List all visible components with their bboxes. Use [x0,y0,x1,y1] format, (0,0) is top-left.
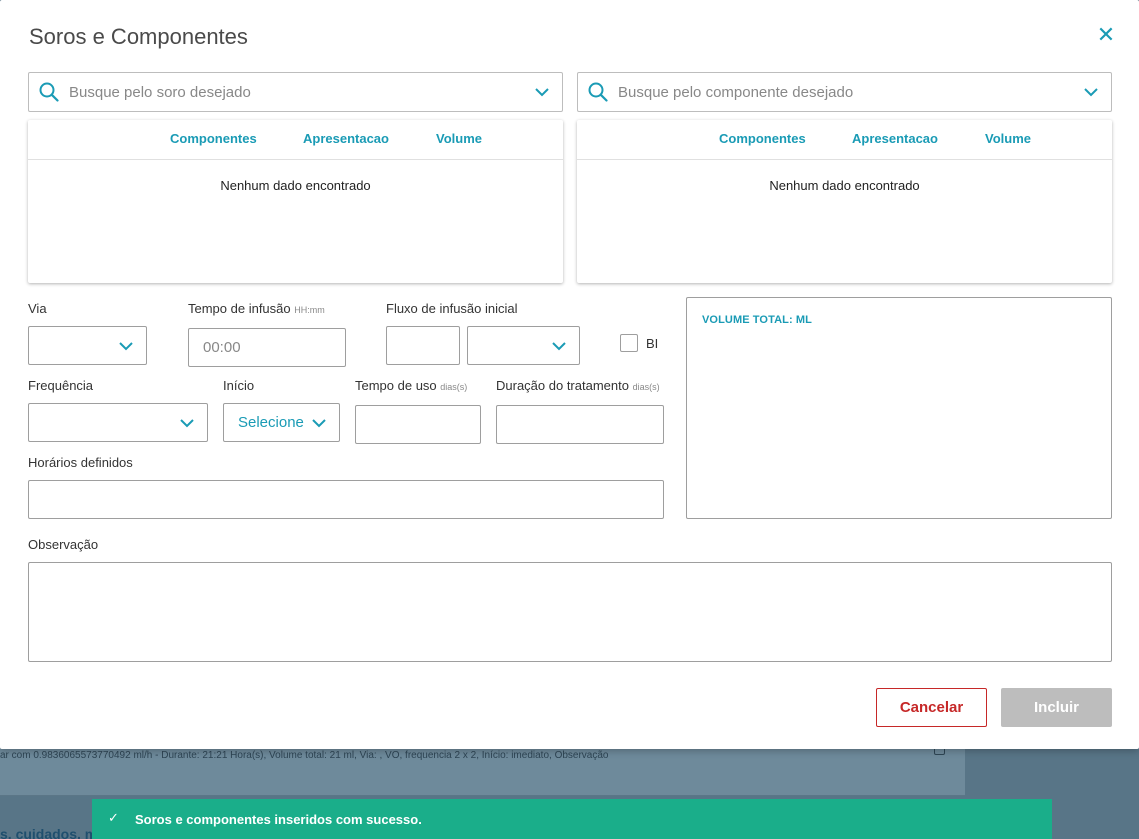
soros-componentes-modal: Soros e Componentes ✕ Componentes Aprese… [0,0,1139,749]
componente-search-box[interactable] [577,72,1112,112]
bi-checkbox[interactable] [620,334,638,352]
bi-label: BI [646,336,659,351]
tempo-uso-hint: dias(s) [440,382,468,392]
fluxo-infusao-label: Fluxo de infusão inicial [386,301,518,316]
tempo-infusao-input[interactable] [189,329,345,366]
modal-title: Soros e Componentes [29,24,248,49]
table-header: Componentes Apresentacao Volume [28,120,563,160]
tempo-uso-field[interactable] [355,405,481,444]
soro-search-box[interactable] [28,72,563,112]
column-header-volume[interactable]: Volume [436,131,482,146]
observacao-textarea[interactable] [29,563,1111,661]
search-icon [39,82,59,102]
cancel-button[interactable]: Cancelar [876,688,987,727]
duracao-tratamento-input[interactable] [497,406,663,443]
check-icon: ✓ [108,810,119,825]
horarios-definidos-field[interactable] [28,480,664,519]
background-prescription-text: ar com 0.9836065573770492 ml/h - Durante… [0,750,609,761]
column-header-componentes[interactable]: Componentes [719,131,806,146]
duracao-tratamento-label-text: Duração do tratamento [496,378,629,393]
frequencia-select[interactable] [28,403,208,442]
observacao-label: Observação [28,537,99,552]
componente-results-table: Componentes Apresentacao Volume Nenhum d… [577,120,1112,283]
tempo-infusao-label: Tempo de infusão HH:mm [188,301,325,316]
componente-search-input[interactable] [618,81,1038,103]
tempo-uso-label-text: Tempo de uso [355,378,437,393]
tempo-infusao-field[interactable] [188,328,346,367]
soro-results-table: Componentes Apresentacao Volume Nenhum d… [28,120,563,283]
chevron-down-icon[interactable] [1083,86,1099,98]
via-label: Via [28,301,47,316]
empty-message: Nenhum dado encontrado [769,178,920,193]
soro-search-input[interactable] [69,81,489,103]
horarios-definidos-input[interactable] [29,481,663,518]
chevron-down-icon [312,419,326,428]
column-header-apresentacao[interactable]: Apresentacao [303,131,389,146]
observacao-field[interactable] [28,562,1112,662]
inicio-value: Selecione [238,414,304,431]
chevron-down-icon [180,419,194,428]
column-header-volume[interactable]: Volume [985,131,1031,146]
search-icon [588,82,608,102]
duracao-tratamento-hint: dias(s) [632,382,660,392]
chevron-down-icon [119,342,133,351]
success-toast: ✓ Soros e componentes inseridos com suce… [92,799,1052,839]
volume-total-label: VOLUME TOTAL: ML [702,314,812,326]
column-header-componentes[interactable]: Componentes [170,131,257,146]
chevron-down-icon [552,342,566,351]
tempo-uso-input[interactable] [356,406,480,443]
toast-message: Soros e componentes inseridos com sucess… [135,812,422,827]
volume-total-panel: VOLUME TOTAL: ML [686,297,1112,519]
fluxo-unit-select[interactable] [467,326,580,365]
horarios-definidos-label: Horários definidos [28,455,133,470]
chevron-down-icon[interactable] [534,86,550,98]
fluxo-infusao-field[interactable] [386,326,460,365]
inicio-select[interactable]: Selecione [223,403,340,442]
include-button[interactable]: Incluir [1001,688,1112,727]
frequencia-label: Frequência [28,378,94,393]
inicio-label: Início [223,378,255,393]
duracao-tratamento-field[interactable] [496,405,664,444]
close-icon[interactable]: ✕ [1095,24,1117,46]
empty-message: Nenhum dado encontrado [220,178,371,193]
tempo-infusao-hint: HH:mm [294,305,325,315]
via-select[interactable] [28,326,147,365]
column-header-apresentacao[interactable]: Apresentacao [852,131,938,146]
tempo-infusao-label-text: Tempo de infusão [188,301,291,316]
background-bottom-text: s, cuidados, m [0,826,98,839]
tempo-uso-label: Tempo de uso dias(s) [355,378,467,393]
table-header: Componentes Apresentacao Volume [577,120,1112,160]
duracao-tratamento-label: Duração do tratamento dias(s) [496,378,660,393]
fluxo-infusao-input[interactable] [387,327,459,364]
